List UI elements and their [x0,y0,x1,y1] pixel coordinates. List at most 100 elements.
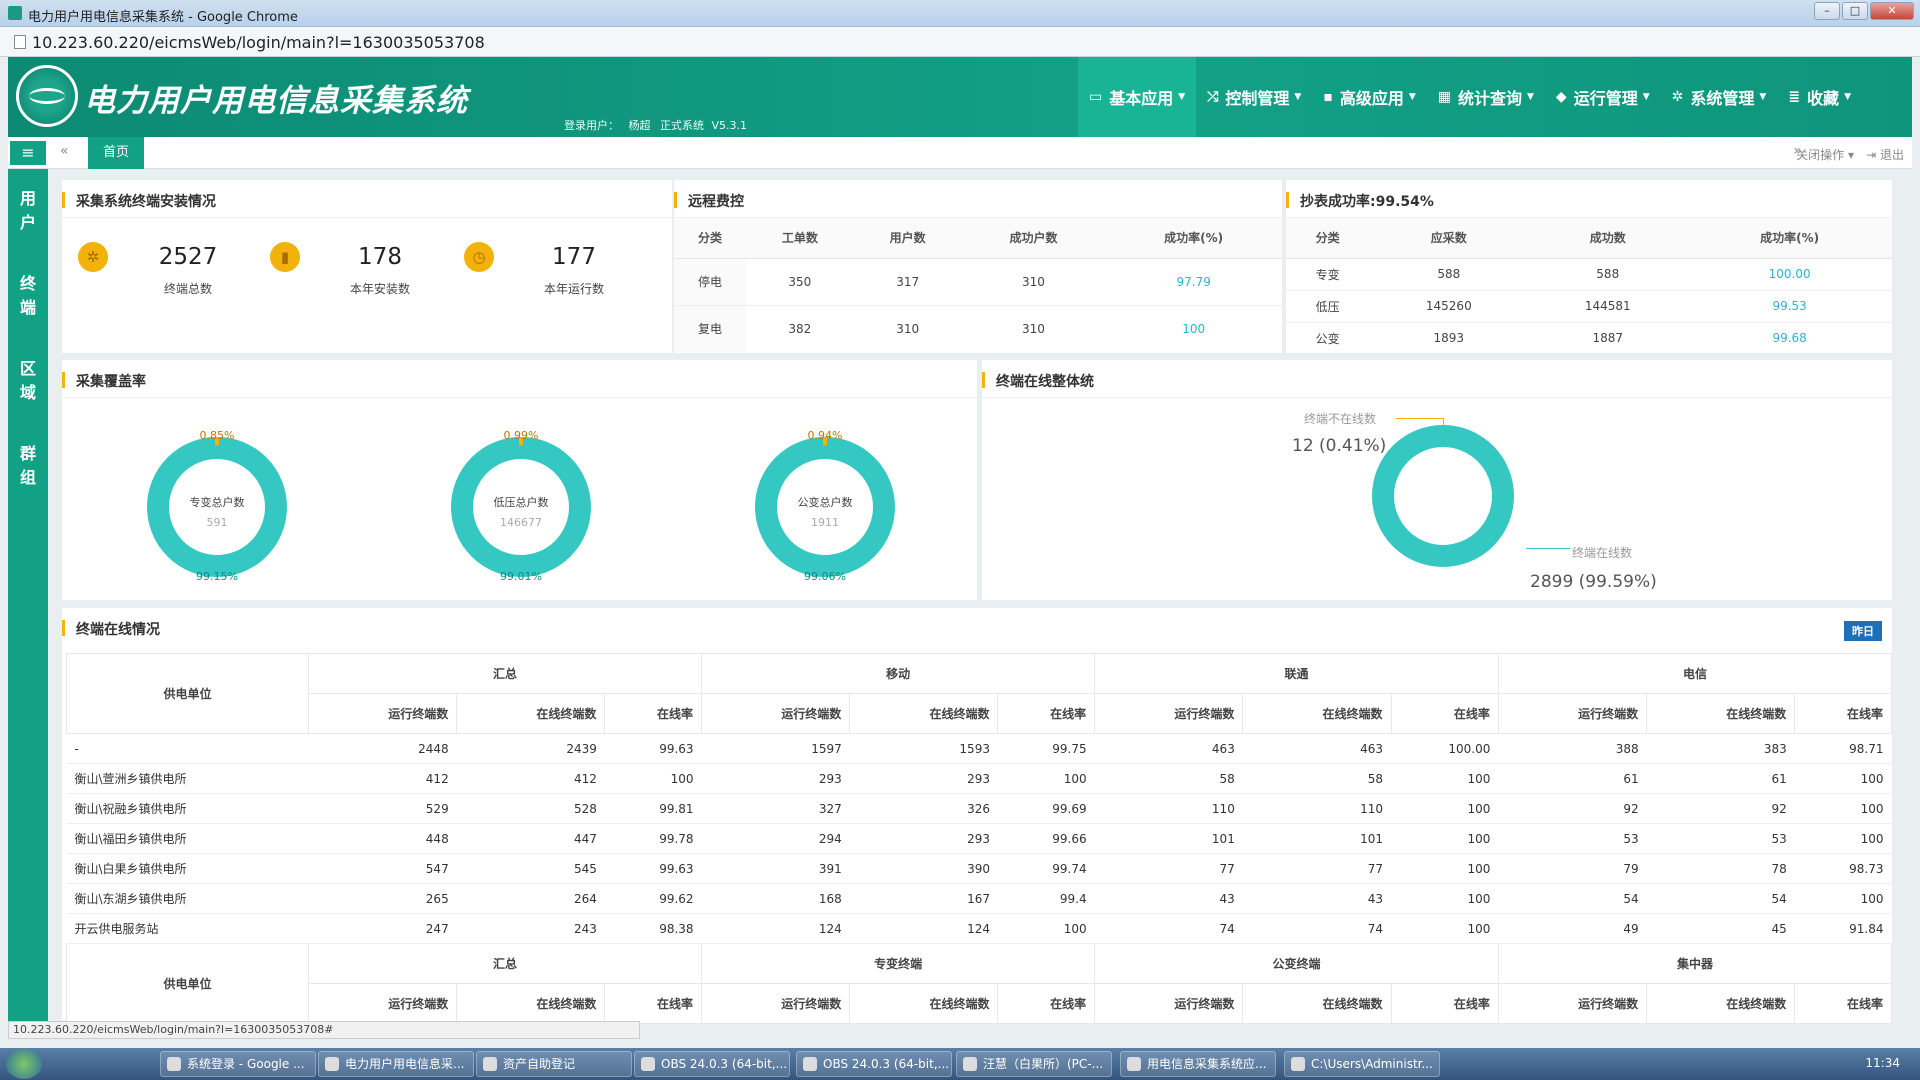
taskbar-item[interactable]: 资产自助登记 [476,1051,632,1077]
taskbar-item[interactable]: 系统登录 - Google ... [160,1051,316,1077]
online-table: 供电单位 汇总 移动 联通 电信 运行终端数 在线终端数 在线率 运行终端数 在线终端数 在线率运… [66,653,1893,1024]
browser-title-bar: 电力用户用电信息采集系统 - Google Chrome – □ ✕ [0,0,1920,27]
table-cell: 100 [1794,883,1892,914]
table-cell: 98.71 [1794,733,1892,764]
taskbar-item[interactable]: OBS 24.0.3 (64-bit,... [634,1051,790,1077]
table-cell: 383 [1646,733,1795,764]
close-button[interactable]: ✕ [1870,2,1914,20]
list-icon: ≣ [1788,89,1801,105]
table-cell: 58 [1094,763,1243,794]
table-cell: 293 [849,763,998,794]
close-ops-button[interactable]: 关闭操作 ▾ [1796,146,1854,163]
address-bar[interactable]: 10.223.60.220/eicmsWeb/login/main?l=1630… [0,27,1920,57]
table-row[interactable]: 衡山\福田乡镇供电所 448 447 99.78 294 293 99.66 101 101 10… [66,823,1892,854]
logout-button[interactable]: ⇥ 退出 [1866,146,1904,163]
panel-title: 采集覆盖率 [76,374,146,390]
nav-advanced[interactable]: ▪ 高级应用 ▼ [1312,57,1426,137]
table-cell: 100 [1391,763,1499,794]
window-controls: – □ ✕ [1814,2,1914,20]
caret-icon: ▼ [1294,92,1302,102]
app-icon [8,6,22,20]
panel-title: 抄表成功率:99.54% [1300,194,1434,210]
column-header: 在线率 [1390,983,1499,1024]
stat-total: ✲ 2527 终端总数 [78,242,248,312]
minimize-button[interactable]: – [1814,2,1840,20]
caret-icon: ▼ [1408,92,1416,102]
sidebar: 用户 终端 区域 群组 [8,169,48,1024]
sidebar-item-terminal[interactable]: 终端 [8,272,48,320]
table-cell: 45 [1646,913,1795,944]
window-title: 电力用户用电信息采集系统 - Google Chrome [28,10,298,25]
table-cell: 43 [1242,883,1392,914]
taskbar-item[interactable]: 用电信息采集系统应... [1120,1051,1276,1077]
column-header: 在线终端数 [849,693,999,734]
system-title: 电力用户用电信息采集系统 [84,83,468,119]
column-header: 在线率 [997,983,1096,1024]
sidebar-item-region[interactable]: 区域 [8,357,48,405]
table-row[interactable]: 开云供电服务站 247 243 98.38 124 124 100 74 74 100 49 45 91… [66,913,1892,944]
table-cell: 开云供电服务站 [66,913,309,944]
online-label: 终端在线数 [1572,546,1633,560]
table-row[interactable]: 衡山\东湖乡镇供电所 265 264 99.62 168 167 99.4 43 43 100 54… [66,883,1892,914]
nav-system[interactable]: ✲ 系统管理 ▼ [1661,57,1778,137]
table-cell: 243 [456,913,605,944]
maximize-button[interactable]: □ [1842,2,1868,20]
taskbar-item[interactable]: 汪慧（白果所）(PC-... [956,1051,1112,1077]
table-cell: 528 [456,793,605,824]
panel-title: 远程费控 [688,194,744,210]
table-cell: 99.69 [997,793,1095,824]
remote-table: 分类 工单数 用户数 成功户数 成功率(%) 停电 350 317 310 97.79 复电 38… [674,218,1282,352]
taskbar-item[interactable]: C:\Users\Administr... [1284,1051,1440,1077]
table-cell: 391 [701,853,850,884]
table-row: 专变 588 588 100.00 [1286,257,1892,290]
table-cell: 99.4 [997,883,1095,914]
clock: 11:34 [1865,1056,1900,1070]
save-icon: ▪ [1323,89,1333,105]
table-cell: 100 [1794,823,1892,854]
online-value: 2899 (99.59%) [1530,572,1657,592]
table-cell: 78 [1646,853,1795,884]
shuffle-icon: ⤮ [1207,89,1219,105]
version: V5.3.1 [711,119,748,132]
sidebar-item-group[interactable]: 群组 [8,442,48,490]
scroll-left-icon[interactable]: « [60,143,69,159]
table-cell: 264 [456,883,605,914]
menu-toggle-icon[interactable]: ≡ [10,141,46,165]
table-row[interactable]: 衡山\萱洲乡镇供电所 412 412 100 293 293 100 58 58 100 61 61 1… [66,763,1892,794]
caret-icon: ▼ [1527,92,1534,102]
nav-query[interactable]: ▦ 统计查询 ▼ [1427,57,1545,137]
column-header: 运行终端数 [307,983,458,1024]
column-header: 运行终端数 [307,693,458,734]
table-row: 复电 382 310 310 100 [674,304,1282,352]
table-cell: 衡山\萱洲乡镇供电所 [66,763,309,794]
nav-favorites[interactable]: ≣ 收藏 ▼ [1777,57,1862,137]
column-header: 在线终端数 [456,983,606,1024]
table-cell: 545 [456,853,605,884]
table-row[interactable]: -2448 2439 99.63 1597 1593 99.75 463 463 100.00 3… [66,733,1892,764]
nav-basic-app[interactable]: ▭ 基本应用 ▼ [1078,57,1197,137]
login-user: 杨超 [628,119,651,132]
table-cell: 99.81 [604,793,702,824]
table-cell: 390 [849,853,998,884]
taskbar-item[interactable]: 电力用户用电信息采... [318,1051,474,1077]
table-row[interactable]: 衡山\祝融乡镇供电所 529 528 99.81 327 326 99.69 110 110 10… [66,793,1892,824]
tab-home[interactable]: 首页 [88,137,144,169]
offline-value: 12 (0.41%) [1292,436,1387,456]
table-cell: 100 [1391,793,1499,824]
install-panel: 采集系统终端安装情况 ✲ 2527 终端总数 ▮ 178 本年安装数 ◷ 177 本年运行数 [62,180,672,353]
table-row: 停电 350 317 310 97.79 [674,257,1282,305]
nav-operation[interactable]: ◆ 运行管理 ▼ [1545,57,1661,137]
yesterday-button[interactable]: 昨日 [1844,621,1882,641]
table-cell: 100 [997,763,1095,794]
table-cell: 293 [849,823,998,854]
column-header: 运行终端数 [701,983,851,1024]
nav-control[interactable]: ⤮ 控制管理 ▼ [1196,57,1312,137]
table-cell: 412 [456,763,605,794]
table-row[interactable]: 衡山\白果乡镇供电所 547 545 99.63 391 390 99.74 77 77 100 7… [66,853,1892,884]
taskbar-item[interactable]: OBS 24.0.3 (64-bit,... [796,1051,952,1077]
sidebar-item-user[interactable]: 用户 [8,187,48,235]
table-cell: 1597 [701,733,850,764]
stat-installed: ▮ 178 本年安装数 [270,242,440,312]
url-text[interactable]: 10.223.60.220/eicmsWeb/login/main?l=1630… [32,33,485,52]
start-button[interactable] [6,1049,42,1079]
